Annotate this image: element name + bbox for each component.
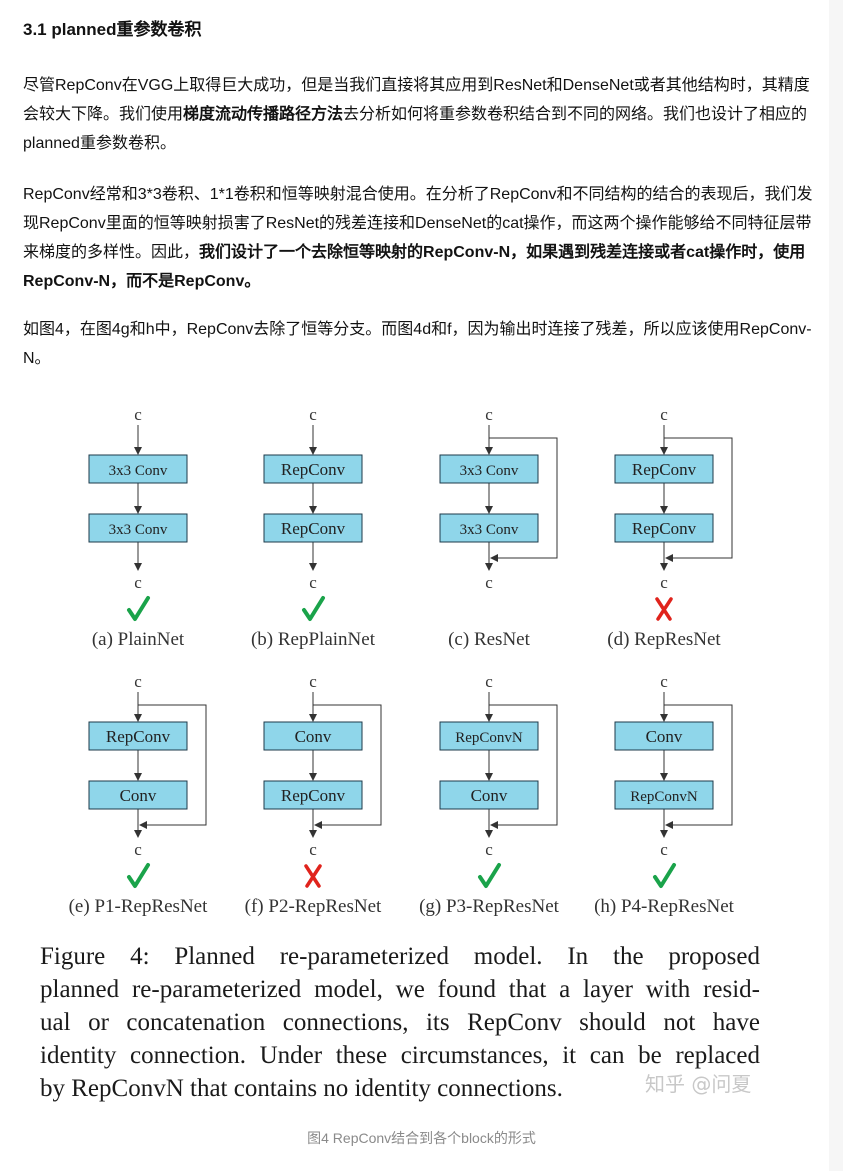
conv-block-label: Conv bbox=[471, 786, 508, 805]
output-node-label: c bbox=[309, 573, 317, 592]
panel-a: c 3x3 Conv 3x3 Conv c (a) PlainNet bbox=[88, 405, 188, 650]
output-node-label: c bbox=[660, 840, 668, 859]
cross-mark-icon bbox=[304, 864, 322, 888]
conv-block-label: 3x3 Conv bbox=[460, 522, 519, 538]
subfigure-label: (f) P2-RepResNet bbox=[245, 896, 382, 917]
panel-b: c RepConv RepConv c (b) RepPlainNet bbox=[251, 405, 376, 650]
panel-e: c RepConv Conv c (e) P1-RepResNet bbox=[69, 672, 208, 917]
cross-mark-icon bbox=[655, 597, 673, 621]
check-mark-icon bbox=[302, 596, 325, 621]
output-node-label: c bbox=[660, 573, 668, 592]
subfigure-label: (b) RepPlainNet bbox=[251, 629, 376, 650]
text-run: 如图4，在图4g和h中，RepConv去除了恒等分支。而图4d和f，因为输出时连… bbox=[23, 321, 812, 367]
panel-g: c RepConvN Conv c (g) P3-RepResNet bbox=[419, 672, 560, 917]
conv-block-label: RepConvN bbox=[455, 730, 523, 746]
panel-f: c Conv RepConv c (f) P2-RepResNet bbox=[245, 672, 382, 917]
conv-block-label: Conv bbox=[120, 786, 157, 805]
output-node-label: c bbox=[134, 573, 142, 592]
caption-line: Figure 4: Planned re-parameterized model… bbox=[40, 943, 760, 970]
conv-block-label: RepConv bbox=[632, 460, 697, 479]
check-mark-icon bbox=[478, 863, 501, 888]
subfigure-label: (h) P4-RepResNet bbox=[594, 896, 735, 917]
conv-block-label: RepConv bbox=[281, 519, 346, 538]
conv-block-label: RepConvN bbox=[630, 789, 698, 805]
input-node-label: c bbox=[660, 672, 668, 691]
check-mark-icon bbox=[127, 596, 150, 621]
conv-block-label: 3x3 Conv bbox=[109, 522, 168, 538]
output-node-label: c bbox=[485, 573, 493, 592]
paragraph-3: 如图4，在图4g和h中，RepConv去除了恒等分支。而图4d和f，因为输出时连… bbox=[23, 315, 813, 373]
input-node-label: c bbox=[309, 405, 317, 424]
section-title: 3.1 planned重参数卷积 bbox=[23, 20, 202, 39]
input-node-label: c bbox=[660, 405, 668, 424]
conv-block-label: RepConv bbox=[632, 519, 697, 538]
subfigure-label: (c) ResNet bbox=[448, 629, 530, 650]
subfigure-label: (e) P1-RepResNet bbox=[69, 896, 208, 917]
conv-block-label: Conv bbox=[295, 727, 332, 746]
subfigure-label: (a) PlainNet bbox=[92, 629, 185, 650]
check-mark-icon bbox=[127, 863, 150, 888]
paragraph-2: RepConv经常和3*3卷积、1*1卷积和恒等映射混合使用。在分析了RepCo… bbox=[23, 180, 813, 296]
conv-block-label: RepConv bbox=[106, 727, 171, 746]
output-node-label: c bbox=[134, 840, 142, 859]
panel-d: c RepConv RepConv c (d) RepResNet bbox=[607, 405, 733, 650]
subfigure-label: (d) RepResNet bbox=[607, 629, 721, 650]
paragraph-1: 尽管RepConv在VGG上取得巨大成功，但是当我们直接将其应用到ResNet和… bbox=[23, 71, 813, 158]
input-node-label: c bbox=[134, 405, 142, 424]
conv-block-label: 3x3 Conv bbox=[460, 463, 519, 479]
input-node-label: c bbox=[485, 405, 493, 424]
input-node-label: c bbox=[309, 672, 317, 691]
caption-line: planned re-parameterized model, we found… bbox=[40, 976, 760, 1003]
conv-block-label: RepConv bbox=[281, 786, 346, 805]
panel-c: c 3x3 Conv 3x3 Conv c (c) ResNet bbox=[439, 405, 558, 650]
conv-block-label: Conv bbox=[646, 727, 683, 746]
output-node-label: c bbox=[309, 840, 317, 859]
zhihu-watermark: 知乎 @问夏 bbox=[645, 1072, 752, 1096]
caption-line: ual or concatenation connections, its Re… bbox=[40, 1009, 760, 1036]
check-mark-icon bbox=[653, 863, 676, 888]
output-node-label: c bbox=[485, 840, 493, 859]
conv-block-label: RepConv bbox=[281, 460, 346, 479]
input-node-label: c bbox=[485, 672, 493, 691]
bold-text: 梯度流动传播路径方法 bbox=[183, 106, 344, 123]
conv-block-label: 3x3 Conv bbox=[109, 463, 168, 479]
figure-4-diagram: c 3x3 Conv 3x3 Conv c (a) PlainNet c RepConv Re… bbox=[69, 405, 735, 917]
panel-h: c Conv RepConvN c (h) P4-RepResNet bbox=[594, 672, 735, 917]
subfigure-label: (g) P3-RepResNet bbox=[419, 896, 560, 917]
image-caption: 图4 RepConv结合到各个block的形式 bbox=[307, 1130, 536, 1146]
input-node-label: c bbox=[134, 672, 142, 691]
